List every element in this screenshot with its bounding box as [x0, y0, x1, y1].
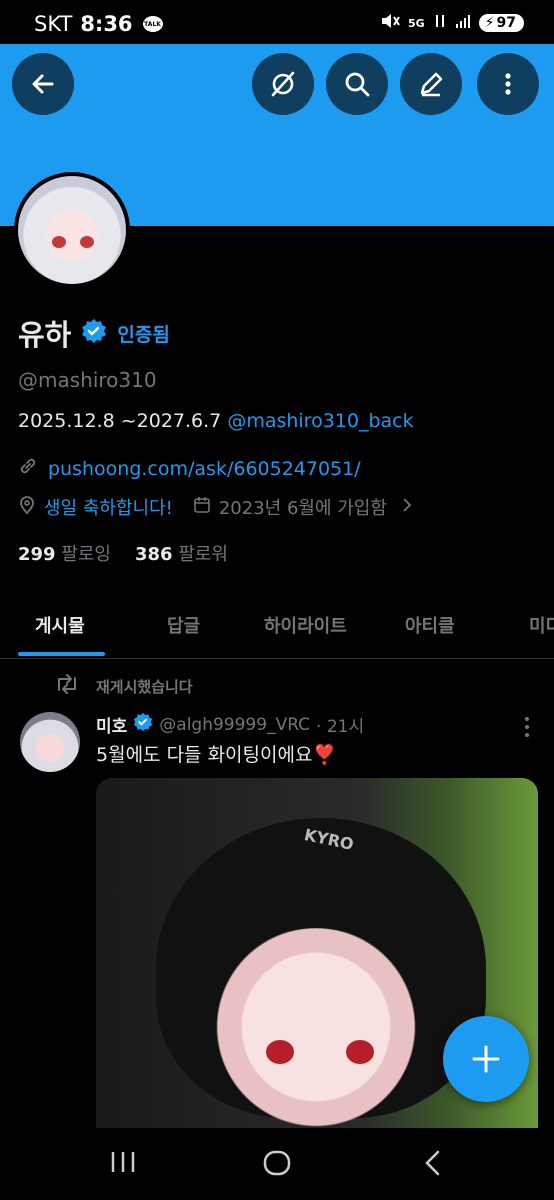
followers-count: 386	[135, 544, 173, 565]
plus-icon	[472, 1045, 500, 1073]
location-pin-icon	[18, 495, 36, 520]
bio-mention-link[interactable]: @mashiro310_back	[227, 410, 413, 432]
avatar-eye-right	[80, 236, 94, 248]
avatar-image	[18, 176, 126, 284]
grok-icon	[271, 71, 295, 97]
image-eye-left	[266, 1040, 294, 1064]
post-text: 5월에도 다들 화이팅이에요❣️	[96, 744, 337, 766]
carrier-label: SKT	[34, 12, 73, 36]
battery-level: 97	[496, 15, 516, 31]
avatar-eye-left	[52, 236, 66, 248]
talk-icon: TALK	[142, 16, 163, 32]
followers-stat[interactable]: 386 팔로워	[135, 540, 228, 566]
tab-replies[interactable]: 답글	[167, 612, 200, 638]
repost-icon	[54, 674, 80, 698]
following-count: 299	[18, 544, 56, 565]
followers-label: 팔로워	[178, 544, 228, 565]
image-eye-right	[346, 1040, 374, 1064]
battery-indicator: ⚡ 97	[478, 14, 524, 32]
bio-text: 2025.12.8 ~2027.6.7	[18, 410, 228, 432]
edit-icon	[420, 72, 443, 97]
profile-tabs: 게시물 답글 하이라이트 아티클 미디어	[0, 596, 554, 659]
charging-icon: ⚡	[484, 15, 495, 31]
chevron-right-icon[interactable]	[401, 497, 413, 518]
signal-icon	[455, 13, 471, 33]
arrow-left-icon	[32, 74, 54, 94]
status-bar: SKT 8:36 TALK 5G ⚡ 97	[0, 0, 554, 44]
search-button[interactable]	[326, 53, 388, 115]
search-icon	[345, 72, 370, 97]
network-label: 5G	[407, 16, 425, 30]
post-author-name[interactable]: 미호	[96, 712, 127, 737]
birthday-text[interactable]: 생일 축하합니다!	[44, 494, 173, 520]
compose-post-button[interactable]	[443, 1016, 529, 1102]
recents-icon	[111, 1152, 135, 1172]
wifi-icon	[433, 13, 447, 33]
tab-posts[interactable]: 게시물	[35, 612, 85, 638]
calendar-icon	[193, 496, 211, 519]
recents-button[interactable]	[108, 1148, 138, 1180]
joined-date: 2023년 6월에 가입함	[218, 498, 387, 519]
home-button[interactable]	[262, 1148, 292, 1182]
profile-bio: 2025.12.8 ~2027.6.7 @mashiro310_back	[18, 410, 414, 432]
profile-name: 유하	[18, 318, 72, 352]
post-more-button[interactable]	[524, 716, 530, 743]
edit-profile-button[interactable]	[400, 53, 462, 115]
profile-name-row: 유하 인증됨	[18, 312, 170, 354]
system-nav-bar	[0, 1128, 554, 1200]
post-author-avatar[interactable]	[20, 712, 80, 772]
repost-indicator: 재게시했습니다	[54, 674, 193, 698]
follow-stats: 299 팔로잉 386 팔로워	[18, 540, 228, 566]
tab-highlights[interactable]: 하이라이트	[264, 612, 347, 638]
verified-badge-icon[interactable]	[81, 318, 107, 348]
tab-media[interactable]: 미디어	[529, 612, 554, 638]
grok-button[interactable]	[252, 53, 314, 115]
following-label: 팔로잉	[61, 544, 111, 565]
more-options-button[interactable]	[477, 53, 539, 115]
clock: 8:36	[80, 12, 133, 36]
verified-label[interactable]: 인증됨	[117, 320, 169, 347]
back-button[interactable]	[12, 53, 74, 115]
post-header: 미호 @algh99999_VRC · 21시	[96, 712, 364, 737]
repost-label: 재게시했습니다	[96, 677, 193, 696]
back-icon	[425, 1150, 440, 1176]
profile-avatar[interactable]	[14, 172, 130, 288]
profile-meta: 생일 축하합니다! 2023년 6월에 가입함	[18, 494, 413, 520]
post-author-handle[interactable]: @algh99999_VRC	[159, 715, 310, 735]
post-time: · 21시	[316, 717, 365, 737]
link-icon	[18, 456, 38, 481]
following-stat[interactable]: 299 팔로잉	[18, 540, 111, 566]
active-tab-indicator	[18, 652, 105, 656]
profile-handle: @mashiro310	[18, 368, 157, 392]
tab-articles[interactable]: 아티클	[405, 612, 455, 638]
more-vertical-icon	[505, 73, 511, 95]
verified-badge-icon	[133, 712, 153, 737]
back-nav-button[interactable]	[420, 1148, 446, 1182]
mute-icon	[380, 12, 400, 34]
website-link[interactable]: pushoong.com/ask/6605247051/	[48, 458, 361, 480]
home-icon	[263, 1150, 291, 1176]
more-vertical-icon	[525, 717, 529, 737]
profile-website[interactable]: pushoong.com/ask/6605247051/	[18, 456, 361, 481]
